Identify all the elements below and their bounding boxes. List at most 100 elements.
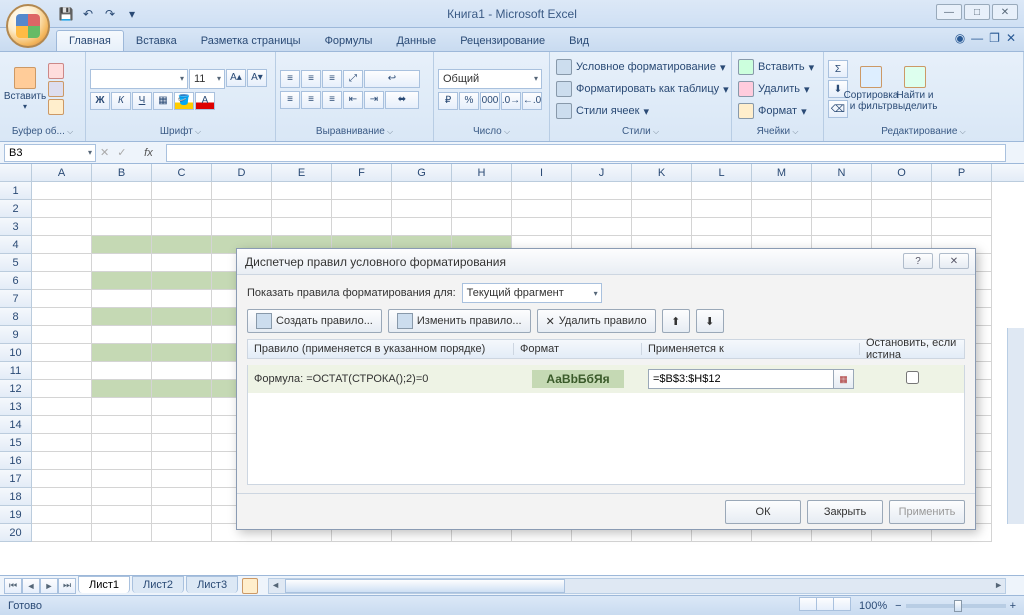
cell[interactable] — [692, 218, 752, 236]
cell[interactable] — [752, 182, 812, 200]
format-as-table-button[interactable]: Форматировать как таблицу ▾ — [554, 79, 731, 99]
cell[interactable] — [152, 506, 212, 524]
row-header-6[interactable]: 6 — [0, 272, 32, 290]
cell[interactable] — [152, 218, 212, 236]
cell[interactable] — [332, 218, 392, 236]
new-rule-button[interactable]: Создать правило... — [247, 309, 382, 333]
col-header-F[interactable]: F — [332, 164, 392, 181]
cell[interactable] — [152, 362, 212, 380]
align-top[interactable]: ≡ — [280, 70, 300, 88]
cell[interactable] — [452, 218, 512, 236]
zoom-level[interactable]: 100% — [859, 600, 887, 612]
align-mid[interactable]: ≡ — [301, 70, 321, 88]
cell[interactable] — [32, 362, 92, 380]
col-header-C[interactable]: C — [152, 164, 212, 181]
cell[interactable] — [92, 218, 152, 236]
cell[interactable] — [872, 200, 932, 218]
cell[interactable] — [812, 218, 872, 236]
cell[interactable] — [32, 254, 92, 272]
tab-Формулы[interactable]: Формулы — [313, 31, 385, 51]
cell[interactable] — [152, 524, 212, 542]
cell[interactable] — [92, 344, 152, 362]
close-button[interactable]: ✕ — [992, 4, 1018, 20]
grow-font-button[interactable]: A▴ — [226, 69, 246, 87]
col-header-D[interactable]: D — [212, 164, 272, 181]
cell[interactable] — [92, 434, 152, 452]
cell[interactable] — [332, 200, 392, 218]
tab-Вставка[interactable]: Вставка — [124, 31, 189, 51]
cell[interactable] — [152, 326, 212, 344]
tab-Вид[interactable]: Вид — [557, 31, 601, 51]
delete-rule-button[interactable]: ✕ Удалить правило — [537, 309, 656, 333]
sheet-nav-next[interactable]: ► — [40, 578, 58, 594]
cell[interactable] — [152, 254, 212, 272]
cell[interactable] — [92, 380, 152, 398]
find-select-button[interactable]: Найти и выделить — [894, 57, 936, 121]
view-buttons[interactable] — [800, 597, 851, 614]
underline-button[interactable]: Ч — [132, 92, 152, 110]
cell[interactable] — [92, 470, 152, 488]
fx-icon[interactable]: fx — [136, 147, 160, 159]
minimize-button[interactable]: — — [936, 4, 962, 20]
wrap-text[interactable]: ↩ — [364, 70, 420, 88]
col-header-I[interactable]: I — [512, 164, 572, 181]
close-dialog-button[interactable]: Закрыть — [807, 500, 883, 524]
row-header-8[interactable]: 8 — [0, 308, 32, 326]
shrink-font-button[interactable]: A▾ — [247, 69, 267, 87]
row-header-4[interactable]: 4 — [0, 236, 32, 254]
help-icon[interactable]: ◉ — [955, 31, 965, 45]
cell[interactable] — [152, 398, 212, 416]
cell[interactable] — [392, 182, 452, 200]
sheet-nav-prev[interactable]: ◄ — [22, 578, 40, 594]
cell[interactable] — [32, 308, 92, 326]
cell[interactable] — [572, 218, 632, 236]
office-button[interactable] — [6, 4, 50, 48]
vertical-scrollbar[interactable] — [1007, 328, 1024, 524]
col-header-E[interactable]: E — [272, 164, 332, 181]
font-size-combo[interactable]: 11 — [189, 69, 225, 89]
align-center[interactable]: ≡ — [301, 91, 321, 109]
cell[interactable] — [152, 470, 212, 488]
cell[interactable] — [752, 218, 812, 236]
cell[interactable] — [152, 344, 212, 362]
enter-formula[interactable]: ✓ — [113, 146, 130, 159]
dialog-help-button[interactable]: ? — [903, 253, 933, 269]
col-header-G[interactable]: G — [392, 164, 452, 181]
cell[interactable] — [812, 200, 872, 218]
col-header-M[interactable]: M — [752, 164, 812, 181]
cell[interactable] — [512, 218, 572, 236]
indent-dec[interactable]: ⇤ — [343, 91, 363, 109]
cell[interactable] — [392, 218, 452, 236]
indent-inc[interactable]: ⇥ — [364, 91, 384, 109]
delete-cells-button[interactable]: Удалить ▾ — [736, 79, 816, 99]
cell[interactable] — [272, 182, 332, 200]
font-name-combo[interactable] — [90, 69, 188, 89]
cell[interactable] — [152, 290, 212, 308]
sheet-tab-Лист2[interactable]: Лист2 — [132, 576, 184, 593]
border-button[interactable]: ▦ — [153, 92, 173, 110]
col-header-B[interactable]: B — [92, 164, 152, 181]
sheet-nav-first[interactable]: ⏮ — [4, 578, 22, 594]
horizontal-scrollbar[interactable] — [268, 578, 1006, 594]
zoom-slider[interactable] — [906, 604, 1006, 608]
cell[interactable] — [32, 398, 92, 416]
row-header-19[interactable]: 19 — [0, 506, 32, 524]
maximize-button[interactable]: □ — [964, 4, 990, 20]
cell[interactable] — [32, 290, 92, 308]
col-header-L[interactable]: L — [692, 164, 752, 181]
cell[interactable] — [32, 200, 92, 218]
cell[interactable] — [932, 200, 992, 218]
row-header-5[interactable]: 5 — [0, 254, 32, 272]
cell[interactable] — [572, 200, 632, 218]
cell[interactable] — [152, 200, 212, 218]
cell[interactable] — [692, 200, 752, 218]
cell[interactable] — [212, 218, 272, 236]
cell[interactable] — [92, 398, 152, 416]
cell[interactable] — [92, 416, 152, 434]
col-header-K[interactable]: K — [632, 164, 692, 181]
qat-redo[interactable]: ↷ — [100, 4, 120, 24]
cut-icon[interactable] — [48, 63, 64, 79]
zoom-out[interactable]: − — [895, 600, 901, 612]
range-selector-icon[interactable]: ▦ — [833, 370, 853, 388]
new-sheet-icon[interactable] — [242, 578, 258, 594]
